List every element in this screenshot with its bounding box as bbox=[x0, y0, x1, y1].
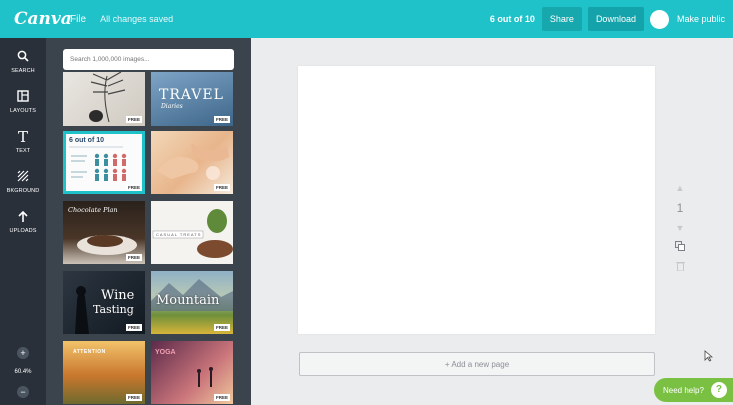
free-badge: FREE bbox=[213, 116, 230, 123]
search-icon bbox=[17, 50, 29, 65]
thumb-title: ATTENTION bbox=[73, 349, 106, 355]
image-panel: FREE TRAVEL Diaries FREE 6 out of 10 FRE bbox=[46, 38, 251, 405]
thumb-title: CASUAL TREATS bbox=[156, 232, 202, 237]
rail-label-layouts: LAYOUTS bbox=[10, 108, 36, 114]
thumb-title: Mountain bbox=[156, 293, 220, 308]
design-count: 6 out of 10 bbox=[489, 14, 535, 24]
share-button[interactable]: Share bbox=[541, 7, 582, 31]
thumb-peacock-feather[interactable]: FREE bbox=[63, 72, 145, 126]
top-bar: Canva File All changes saved 6 out of 10… bbox=[0, 0, 733, 38]
make-public-label: Make public bbox=[676, 14, 725, 24]
move-up-icon[interactable]: ▲ bbox=[672, 178, 688, 198]
thumb-subtitle: Tasting bbox=[93, 303, 134, 316]
layouts-icon bbox=[17, 90, 29, 105]
need-help-button[interactable]: Need help? ? bbox=[654, 378, 733, 402]
mouse-cursor-icon bbox=[704, 350, 714, 365]
side-rail: SEARCH LAYOUTS T TEXT BKGROUND UPLOADS +… bbox=[0, 38, 46, 405]
file-menu[interactable]: File bbox=[70, 14, 86, 25]
need-help-label: Need help? bbox=[663, 385, 704, 395]
design-page[interactable] bbox=[298, 66, 655, 334]
free-badge: FREE bbox=[213, 184, 230, 191]
free-badge: FREE bbox=[213, 324, 230, 331]
rail-label-uploads: UPLOADS bbox=[9, 228, 37, 234]
rail-label-search: SEARCH bbox=[11, 68, 35, 74]
rail-label-text: TEXT bbox=[15, 148, 31, 154]
move-down-icon[interactable]: ▼ bbox=[672, 218, 688, 238]
add-page-button[interactable]: + Add a new page bbox=[299, 352, 655, 376]
thumb-subtitle: Diaries bbox=[161, 103, 183, 110]
free-badge: FREE bbox=[213, 394, 230, 401]
thumb-yoga[interactable]: YOGA FREE bbox=[151, 341, 233, 404]
thumb-title: Wine bbox=[101, 288, 135, 303]
make-public-toggle[interactable]: Make public bbox=[649, 9, 725, 29]
free-badge: FREE bbox=[125, 394, 142, 401]
thumb-wine-tasting[interactable]: Wine Tasting FREE bbox=[63, 271, 145, 334]
duplicate-icon[interactable] bbox=[672, 238, 688, 258]
save-status: All changes saved bbox=[100, 14, 174, 24]
rail-item-text[interactable]: T TEXT bbox=[0, 122, 46, 162]
text-icon: T bbox=[17, 128, 28, 146]
zoom-level: 60.4% bbox=[14, 369, 32, 375]
rail-item-background[interactable]: BKGROUND bbox=[0, 162, 46, 202]
free-badge: FREE bbox=[125, 184, 142, 191]
thumb-travel-diaries[interactable]: TRAVEL Diaries FREE bbox=[151, 72, 233, 126]
page-number: 1 bbox=[676, 201, 684, 215]
thumb-mountain[interactable]: Mountain FREE bbox=[151, 271, 233, 334]
zoom-out-button[interactable]: − bbox=[17, 386, 29, 398]
rail-item-uploads[interactable]: UPLOADS bbox=[0, 202, 46, 242]
free-badge: FREE bbox=[125, 116, 142, 123]
rail-label-background: BKGROUND bbox=[6, 188, 40, 194]
thumb-hands-nails[interactable]: FREE bbox=[151, 131, 233, 194]
zoom-in-button[interactable]: + bbox=[17, 347, 29, 359]
background-icon bbox=[17, 170, 29, 185]
thumb-holiday-feast[interactable]: CASUAL TREATS bbox=[151, 201, 233, 264]
thumb-title: TRAVEL bbox=[159, 87, 224, 103]
image-search-input[interactable] bbox=[63, 49, 234, 70]
thumb-infographic[interactable]: 6 out of 10 FREE bbox=[63, 131, 145, 194]
download-button[interactable]: Download bbox=[587, 7, 644, 31]
free-badge: FREE bbox=[125, 254, 142, 261]
thumb-chocolate-plan[interactable]: Chocolate Plan FREE bbox=[63, 201, 145, 264]
canva-logo[interactable]: Canva bbox=[14, 9, 72, 29]
thumb-sunset-field[interactable]: ATTENTION FREE bbox=[63, 341, 145, 404]
trash-icon[interactable] bbox=[672, 258, 688, 278]
avatar bbox=[649, 9, 669, 29]
rail-item-search[interactable]: SEARCH bbox=[0, 42, 46, 82]
page-tools: ▲ 1 ▼ bbox=[672, 178, 688, 278]
uploads-icon bbox=[17, 210, 29, 225]
rail-item-layouts[interactable]: LAYOUTS bbox=[0, 82, 46, 122]
help-icon: ? bbox=[710, 382, 727, 398]
free-badge: FREE bbox=[125, 324, 142, 331]
